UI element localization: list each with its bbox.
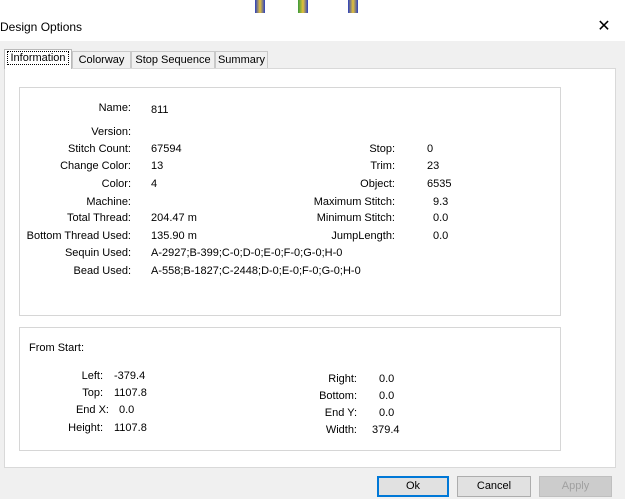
object-label: Object:	[360, 178, 395, 190]
top-label: Top:	[82, 387, 103, 399]
trim-label: Trim:	[370, 160, 395, 172]
width-value: 379.4	[372, 424, 400, 436]
bottom-label: Bottom:	[319, 390, 357, 402]
design-preview-fragment	[298, 0, 308, 13]
ok-button[interactable]: Ok	[377, 476, 449, 497]
stitch-count-value: 67594	[151, 143, 182, 155]
stitch-count-label: Stitch Count:	[68, 143, 131, 155]
tab-colorway[interactable]: Colorway	[72, 51, 131, 68]
tab-stop-sequence[interactable]: Stop Sequence	[131, 51, 215, 68]
height-label: Height:	[68, 422, 103, 434]
bottom-thread-label: Bottom Thread Used:	[26, 230, 131, 242]
end-x-value: 0.0	[119, 404, 135, 416]
version-label: Version:	[91, 126, 131, 138]
end-x-label: End X:	[75, 404, 109, 416]
minimum-stitch-label: Minimum Stitch:	[316, 212, 395, 224]
trim-value: 23	[427, 160, 440, 172]
title-bar: Design Options ✕	[0, 13, 625, 41]
bead-used-value: A-558;B-1827;C-2448;D-0;E-0;F-0;G-0;H-0	[151, 265, 361, 277]
sequin-used-value: A-2927;B-399;C-0;D-0;E-0;F-0;G-0;H-0	[151, 247, 343, 259]
left-label: Left:	[81, 370, 103, 382]
end-y-value: 0.0	[379, 407, 395, 419]
design-info-group: Name: 811 Version: Stitch Count: 67594 C…	[19, 87, 561, 316]
color-label: Color:	[101, 178, 131, 190]
bottom-thread-value: 135.90 m	[151, 230, 197, 242]
design-preview-fragment	[255, 0, 265, 13]
stop-value: 0	[427, 143, 434, 155]
minimum-stitch-value: 0.0	[433, 212, 449, 224]
from-start-heading: From Start:	[29, 342, 85, 354]
color-value: 4	[151, 178, 158, 190]
object-value: 6535	[427, 178, 452, 190]
close-icon[interactable]: ✕	[594, 17, 614, 37]
background-strip	[0, 0, 625, 13]
maximum-stitch-label: Maximum Stitch:	[313, 196, 395, 208]
left-value: -379.4	[114, 370, 146, 382]
cancel-button[interactable]: Cancel	[457, 476, 531, 497]
bottom-value: 0.0	[379, 390, 395, 402]
tab-information[interactable]: Information	[4, 49, 72, 69]
machine-label: Machine:	[86, 196, 131, 208]
change-color-value: 13	[151, 160, 164, 172]
name-label: Name:	[98, 102, 131, 114]
window-title: Design Options	[0, 20, 83, 34]
apply-button[interactable]: Apply	[539, 476, 612, 497]
jump-length-label: JumpLength:	[331, 230, 395, 242]
total-thread-value: 204.47 m	[151, 212, 197, 224]
name-value: 811	[151, 104, 169, 116]
change-color-label: Change Color:	[60, 160, 131, 172]
total-thread-label: Total Thread:	[66, 212, 131, 224]
top-value: 1107.8	[114, 387, 147, 399]
stop-label: Stop:	[369, 143, 395, 155]
bead-used-label: Bead Used:	[73, 265, 131, 277]
tab-summary[interactable]: Summary	[215, 51, 268, 68]
jump-length-value: 0.0	[433, 230, 449, 242]
height-value: 1107.8	[114, 422, 147, 434]
maximum-stitch-value: 9.3	[433, 196, 449, 208]
design-preview-fragment	[348, 0, 358, 13]
width-label: Width:	[325, 424, 357, 436]
right-value: 0.0	[379, 373, 395, 385]
from-start-group: From Start: Left: -379.4 Top: 1107.8 End…	[19, 327, 561, 451]
right-label: Right:	[328, 373, 357, 385]
information-panel: Name: 811 Version: Stitch Count: 67594 C…	[4, 68, 616, 468]
end-y-label: End Y:	[324, 407, 357, 419]
sequin-used-label: Sequin Used:	[64, 247, 131, 259]
